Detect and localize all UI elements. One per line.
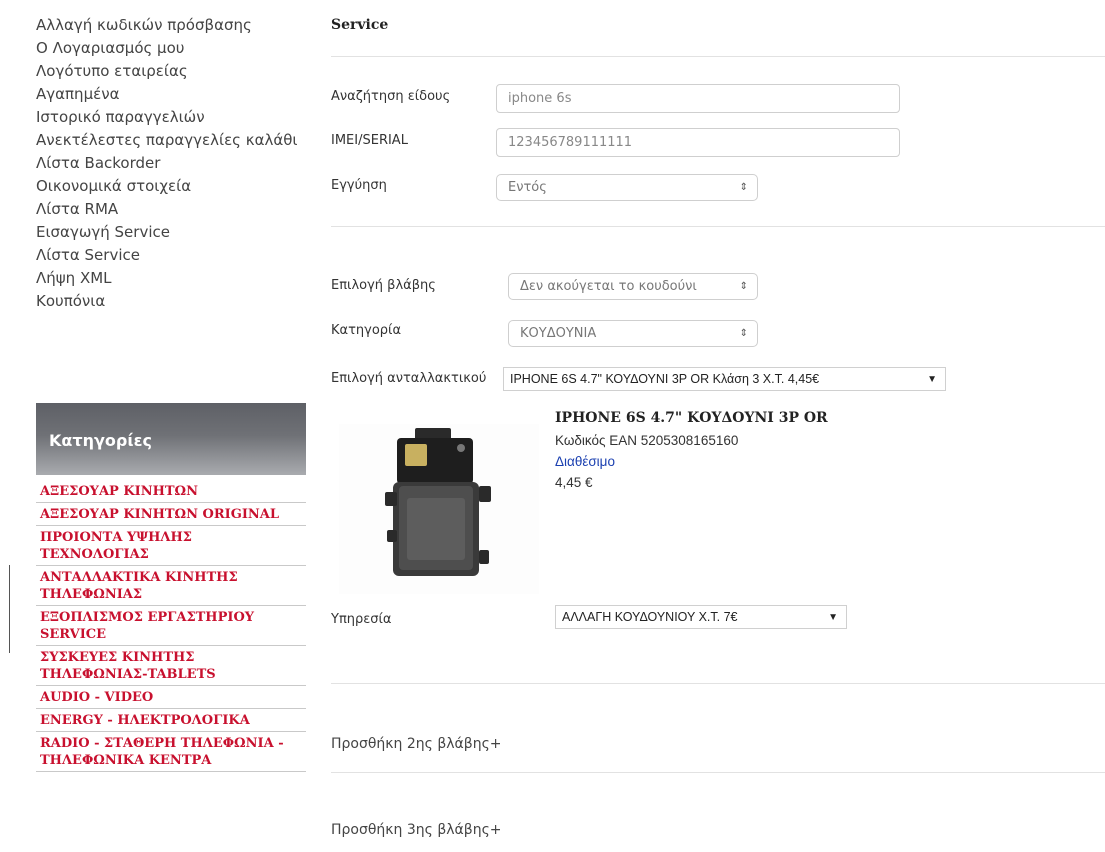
search-label: Αναζήτηση είδους [331,89,451,104]
fault-label: Επιλογή βλάβης [331,278,436,293]
category-item[interactable]: ΑΝΤΑΛΛΑΚΤΙΚΑ ΚΙΝΗΤΗΣ ΤΗΛΕΦΩΝΙΑΣ [36,566,306,606]
select-arrows-icon: ⇕ [739,281,748,292]
page-title: Service [331,17,389,33]
category-item[interactable]: ΣΥΣΚΕΥΕΣ ΚΙΝΗΤΗΣ ΤΗΛΕΦΩΝΙΑΣ-TABLETS [36,646,306,686]
product-image [339,424,539,594]
imei-input[interactable]: 123456789111111 [496,128,900,157]
part-select[interactable]: IPHONE 6S 4.7" ΚΟΥΔΟΥΝΙ 3P OR Κλάση 3 Χ.… [503,367,946,391]
product-ean: Κωδικός EAN 5205308165160 [555,433,739,448]
account-menu-item[interactable]: Λίστα Service [36,244,316,267]
product-name: IPHONE 6S 4.7" ΚΟΥΔΟΥΝΙ 3P OR [555,410,828,426]
warranty-value: Εντός [508,180,547,195]
category-item[interactable]: ΑΞΕΣΟΥΑΡ ΚΙΝΗΤΩΝ [36,480,306,503]
category-item[interactable]: ΠΡΟΙΟΝΤΑ ΥΨΗΛΗΣ ΤΕΧΝΟΛΟΓΙΑΣ [36,526,306,566]
warranty-select[interactable]: Εντός ⇕ [496,174,758,201]
fault-select[interactable]: Δεν ακούγεται το κουδούνι ⇕ [508,273,758,300]
service-value: ΑΛΛΑΓΗ ΚΟΥΔΟΥΝΙΟΥ Χ.Τ. 7€ [562,610,738,624]
service-label: Υπηρεσία [331,612,392,627]
dropdown-arrow-icon: ▼ [828,612,838,623]
search-input[interactable]: iphone 6s [496,84,900,113]
account-menu-item[interactable]: Λίστα Backorder [36,152,316,175]
fault-value: Δεν ακούγεται το κουδούνι [520,279,697,294]
account-menu-item[interactable]: Ιστορικό παραγγελιών [36,106,316,129]
category-item[interactable]: ENERGY - ΗΛΕΚΤΡΟΛΟΓΙΚΑ [36,709,306,732]
category-item[interactable]: ΕΞΟΠΛΙΣΜΟΣ ΕΡΓΑΣΤΗΡΙΟΥ SERVICE [36,606,306,646]
part-label: Επιλογή ανταλλακτικού [331,371,487,386]
account-menu-item[interactable]: Λίστα RMA [36,198,316,221]
divider [331,226,1105,227]
add-fault-2-link[interactable]: Προσθήκη 2ης βλάβης+ [331,736,502,752]
categories-title: Κατηγορίες [49,431,152,450]
divider [331,772,1105,773]
select-arrows-icon: ⇕ [739,328,748,339]
add-fault-3-link[interactable]: Προσθήκη 3ης βλάβης+ [331,822,502,838]
dropdown-arrow-icon: ▼ [927,374,937,385]
account-menu-item[interactable]: Ο Λογαριασμός μου [36,37,316,60]
categories-header: Κατηγορίες [36,403,306,475]
category-item[interactable]: ΑΞΕΣΟΥΑΡ ΚΙΝΗΤΩΝ ORIGINAL [36,503,306,526]
account-menu-item[interactable]: Κουπόνια [36,290,316,313]
account-menu-item[interactable]: Λήψη XML [36,267,316,290]
category-item[interactable]: AUDIO - VIDEO [36,686,306,709]
account-menu-item[interactable]: Αλλαγή κωδικών πρόσβασης [36,14,316,37]
imei-label: IMEI/SERIAL [331,133,408,148]
account-menu-item[interactable]: Εισαγωγή Service [36,221,316,244]
categories-list: ΑΞΕΣΟΥΑΡ ΚΙΝΗΤΩΝ ΑΞΕΣΟΥΑΡ ΚΙΝΗΤΩΝ ORIGINA… [36,480,306,772]
service-select[interactable]: ΑΛΛΑΓΗ ΚΟΥΔΟΥΝΙΟΥ Χ.Τ. 7€ ▼ [555,605,847,629]
category-label: Κατηγορία [331,323,402,338]
account-menu-item[interactable]: Αγαπημένα [36,83,316,106]
account-menu-item[interactable]: Λογότυπο εταιρείας [36,60,316,83]
account-menu-item[interactable]: Οικονομικά στοιχεία [36,175,316,198]
category-select[interactable]: ΚΟΥΔΟΥΝΙΑ ⇕ [508,320,758,347]
account-menu: Αλλαγή κωδικών πρόσβασης Ο Λογαριασμός μο… [36,14,316,313]
warranty-label: Εγγύηση [331,178,387,193]
category-item[interactable]: RADIO - ΣΤΑΘΕΡΗ ΤΗΛΕΦΩΝΙΑ - ΤΗΛΕΦΩΝΙΚΑ Κ… [36,732,306,772]
divider [331,683,1105,684]
category-value: ΚΟΥΔΟΥΝΙΑ [520,326,597,341]
account-menu-item[interactable]: Ανεκτέλεστες παραγγελίες καλάθι [36,129,316,152]
product-availability: Διαθέσιμο [555,454,615,469]
part-value: IPHONE 6S 4.7" ΚΟΥΔΟΥΝΙ 3P OR Κλάση 3 Χ.… [510,372,820,386]
product-price: 4,45 € [555,475,593,490]
divider-line [9,565,10,653]
select-arrows-icon: ⇕ [739,182,748,193]
divider [331,56,1105,57]
